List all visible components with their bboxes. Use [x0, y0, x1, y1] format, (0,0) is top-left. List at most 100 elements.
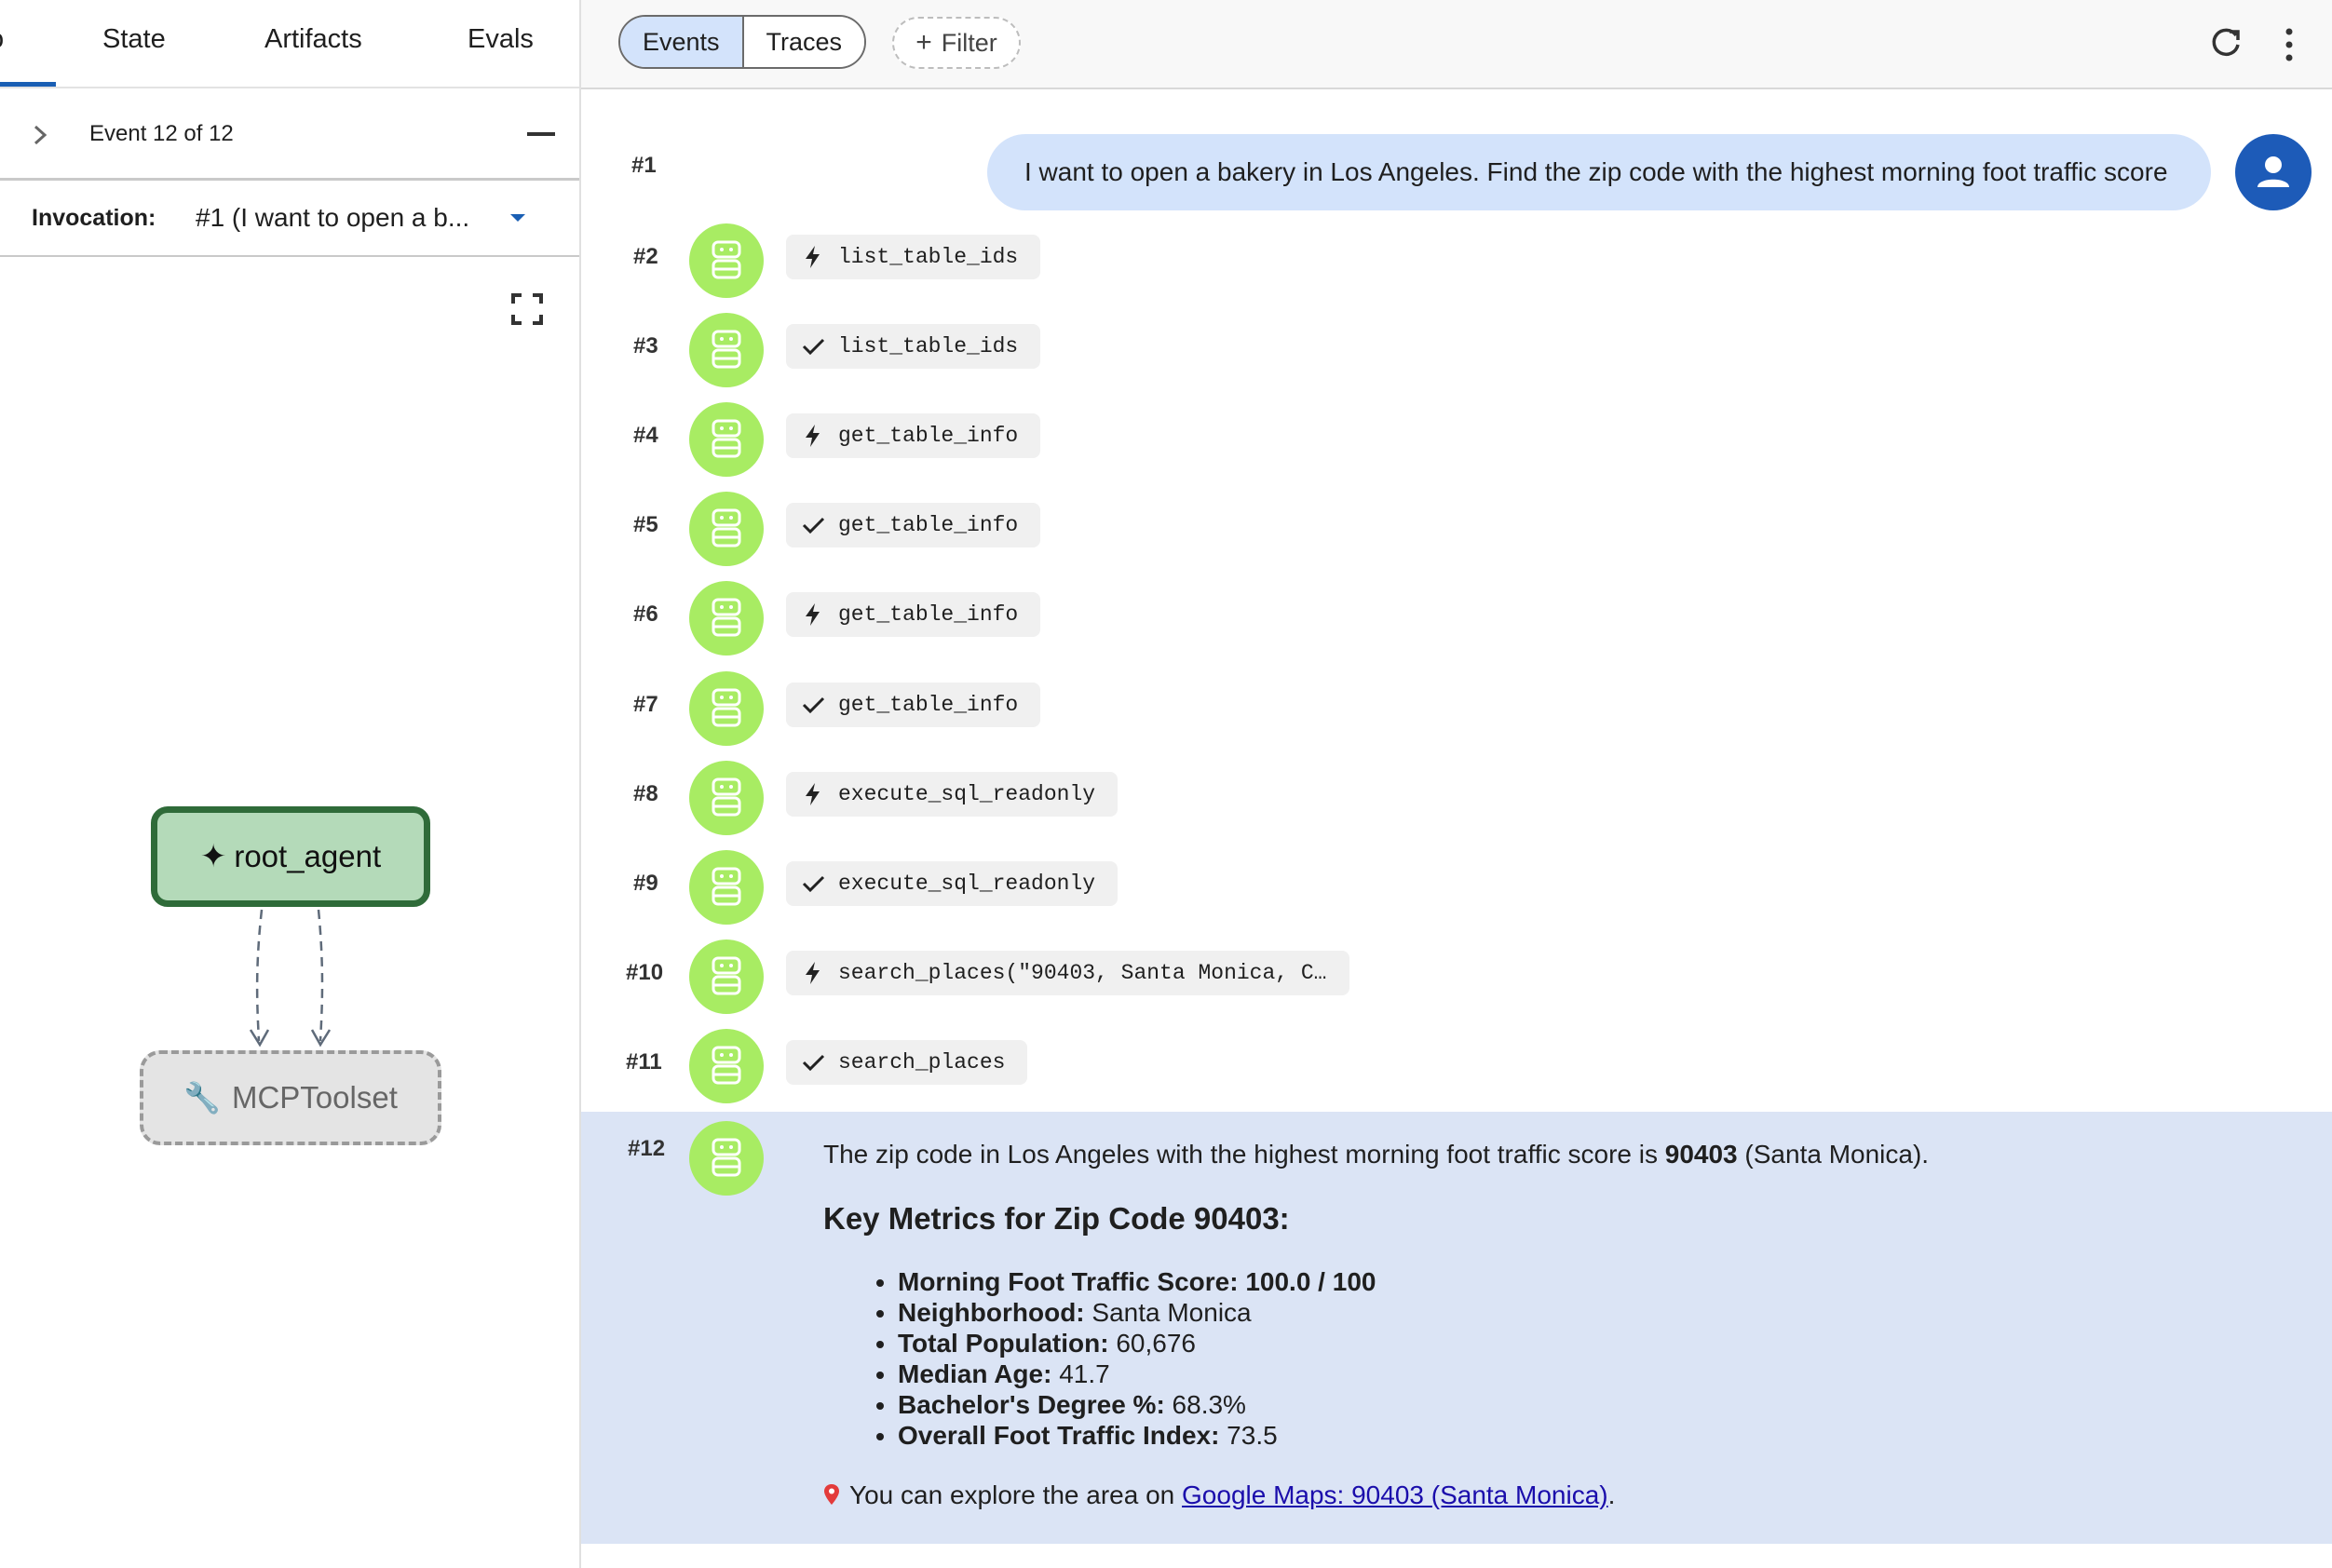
- user-message-bubble[interactable]: I want to open a bakery in Los Angeles. …: [987, 134, 2211, 210]
- function-response-chip[interactable]: get_table_info: [786, 503, 1041, 547]
- event-counter: Event 12 of 12: [89, 121, 234, 146]
- function-call-chip[interactable]: execute_sql_readonly: [786, 772, 1119, 817]
- function-name: get_table_info: [838, 513, 1019, 537]
- function-response-chip[interactable]: search_places: [786, 1040, 1028, 1085]
- function-name: execute_sql_readonly: [838, 872, 1096, 896]
- event-number: #5: [633, 512, 658, 537]
- function-name: get_table_info: [838, 424, 1019, 448]
- tab-artifacts[interactable]: Artifacts: [264, 24, 362, 55]
- list-item: Morning Foot Traffic Score: 100.0 / 100: [898, 1266, 1376, 1297]
- final-response-intro: The zip code in Los Angeles with the hig…: [823, 1140, 1930, 1169]
- collapse-icon[interactable]: [527, 132, 555, 136]
- invocation-selector[interactable]: Invocation: #1 (I want to open a b...: [0, 182, 579, 257]
- event-number: #2: [633, 244, 658, 269]
- explore-line: You can explore the area on Google Maps:…: [823, 1480, 1615, 1510]
- traces-tab-button[interactable]: Traces: [743, 17, 865, 67]
- root-agent-node[interactable]: ✦ root_agent: [151, 806, 430, 907]
- tab-state[interactable]: State: [102, 24, 166, 55]
- function-name: search_places: [838, 1050, 1006, 1075]
- filter-label: Filter: [941, 28, 997, 57]
- agent-avatar: [689, 313, 764, 387]
- event-number: #6: [633, 602, 658, 627]
- function-name: list_table_ids: [838, 334, 1019, 358]
- function-response-chip[interactable]: get_table_info: [786, 683, 1041, 727]
- graph-edges: [249, 909, 332, 1048]
- invocation-value[interactable]: #1 (I want to open a b...: [196, 203, 469, 233]
- agent-avatar: [689, 492, 764, 566]
- event-number: #3: [633, 333, 658, 358]
- dropdown-caret-icon[interactable]: [510, 214, 525, 222]
- robot-icon: [712, 1138, 741, 1177]
- active-tab-indicator: [0, 82, 56, 87]
- list-item: Neighborhood: Santa Monica: [898, 1297, 1376, 1328]
- event-number: #8: [633, 781, 658, 806]
- view-toggle: Events Traces: [618, 15, 867, 69]
- agent-avatar: [689, 1029, 764, 1103]
- filter-button[interactable]: + Filter: [892, 17, 1021, 69]
- bolt-icon: [806, 962, 820, 984]
- events-toolbar: Events Traces + Filter: [581, 0, 2332, 89]
- agent-avatar: [689, 761, 764, 835]
- list-item: Total Population: 60,676: [898, 1328, 1376, 1358]
- check-icon: [802, 517, 825, 534]
- check-icon: [802, 338, 825, 356]
- agent-avatar: [689, 1121, 764, 1196]
- function-name: get_table_info: [838, 602, 1019, 627]
- robot-icon: [712, 777, 741, 817]
- event-number: #9: [633, 871, 658, 896]
- tab-evals[interactable]: Evals: [468, 24, 534, 55]
- robot-icon: [712, 330, 741, 369]
- agent-avatar: [689, 581, 764, 656]
- robot-icon: [712, 240, 741, 279]
- function-name: list_table_ids: [838, 245, 1019, 269]
- tab-info-partial[interactable]: o: [0, 24, 4, 55]
- agent-avatar: [689, 402, 764, 477]
- map-pin-icon: [824, 1484, 839, 1505]
- event-number: #4: [633, 423, 658, 448]
- function-call-chip[interactable]: list_table_ids: [786, 235, 1041, 279]
- more-vert-icon[interactable]: [2284, 26, 2295, 63]
- invocation-label: Invocation:: [32, 205, 156, 231]
- list-item: Median Age: 41.7: [898, 1358, 1376, 1389]
- root-agent-label: root_agent: [234, 839, 382, 873]
- event-navigator: Event 12 of 12: [0, 89, 579, 181]
- left-panel: o State Artifacts Evals Event 12 of 12 I…: [0, 0, 581, 1568]
- user-message-text: I want to open a bakery in Los Angeles. …: [1024, 157, 2168, 186]
- function-response-chip[interactable]: list_table_ids: [786, 324, 1041, 369]
- agent-avatar: [689, 939, 764, 1014]
- refresh-icon[interactable]: [2207, 24, 2244, 61]
- function-name: search_places("90403, Santa Monica, C…: [838, 961, 1327, 985]
- function-call-chip[interactable]: search_places("90403, Santa Monica, C…: [786, 951, 1349, 995]
- function-call-chip[interactable]: get_table_info: [786, 413, 1041, 458]
- agent-avatar: [689, 223, 764, 298]
- check-icon: [802, 1054, 825, 1072]
- function-call-chip[interactable]: get_table_info: [786, 592, 1041, 637]
- plus-icon: +: [915, 27, 932, 58]
- events-tab-button[interactable]: Events: [620, 17, 744, 67]
- event-number: #1: [631, 153, 657, 178]
- google-maps-link[interactable]: Google Maps: 90403 (Santa Monica): [1182, 1480, 1608, 1509]
- mcp-toolset-label: MCPToolset: [231, 1080, 398, 1115]
- event-number: #11: [626, 1049, 662, 1075]
- robot-icon: [712, 598, 741, 637]
- check-icon: [802, 696, 825, 714]
- wrench-icon: 🔧: [183, 1081, 221, 1115]
- metrics-heading: Key Metrics for Zip Code 90403:: [823, 1201, 1290, 1236]
- function-response-chip[interactable]: execute_sql_readonly: [786, 861, 1119, 906]
- bolt-icon: [806, 246, 820, 268]
- function-name: execute_sql_readonly: [838, 782, 1096, 806]
- event-number: #7: [633, 692, 658, 717]
- agent-avatar: [689, 671, 764, 746]
- robot-icon: [712, 956, 741, 995]
- function-name: get_table_info: [838, 693, 1019, 717]
- list-item: Bachelor's Degree %: 68.3%: [898, 1389, 1376, 1420]
- event-number: #12: [628, 1136, 666, 1161]
- left-tabs: o State Artifacts Evals: [0, 0, 579, 88]
- chevron-right-icon[interactable]: [26, 121, 54, 149]
- robot-icon: [712, 508, 741, 547]
- agent-avatar: [689, 850, 764, 925]
- person-icon: [2257, 156, 2289, 187]
- final-response-row[interactable]: #12 The zip code in Los Angeles with the…: [581, 1112, 2332, 1544]
- mcp-toolset-node[interactable]: 🔧 MCPToolset: [140, 1050, 441, 1145]
- check-icon: [802, 875, 825, 893]
